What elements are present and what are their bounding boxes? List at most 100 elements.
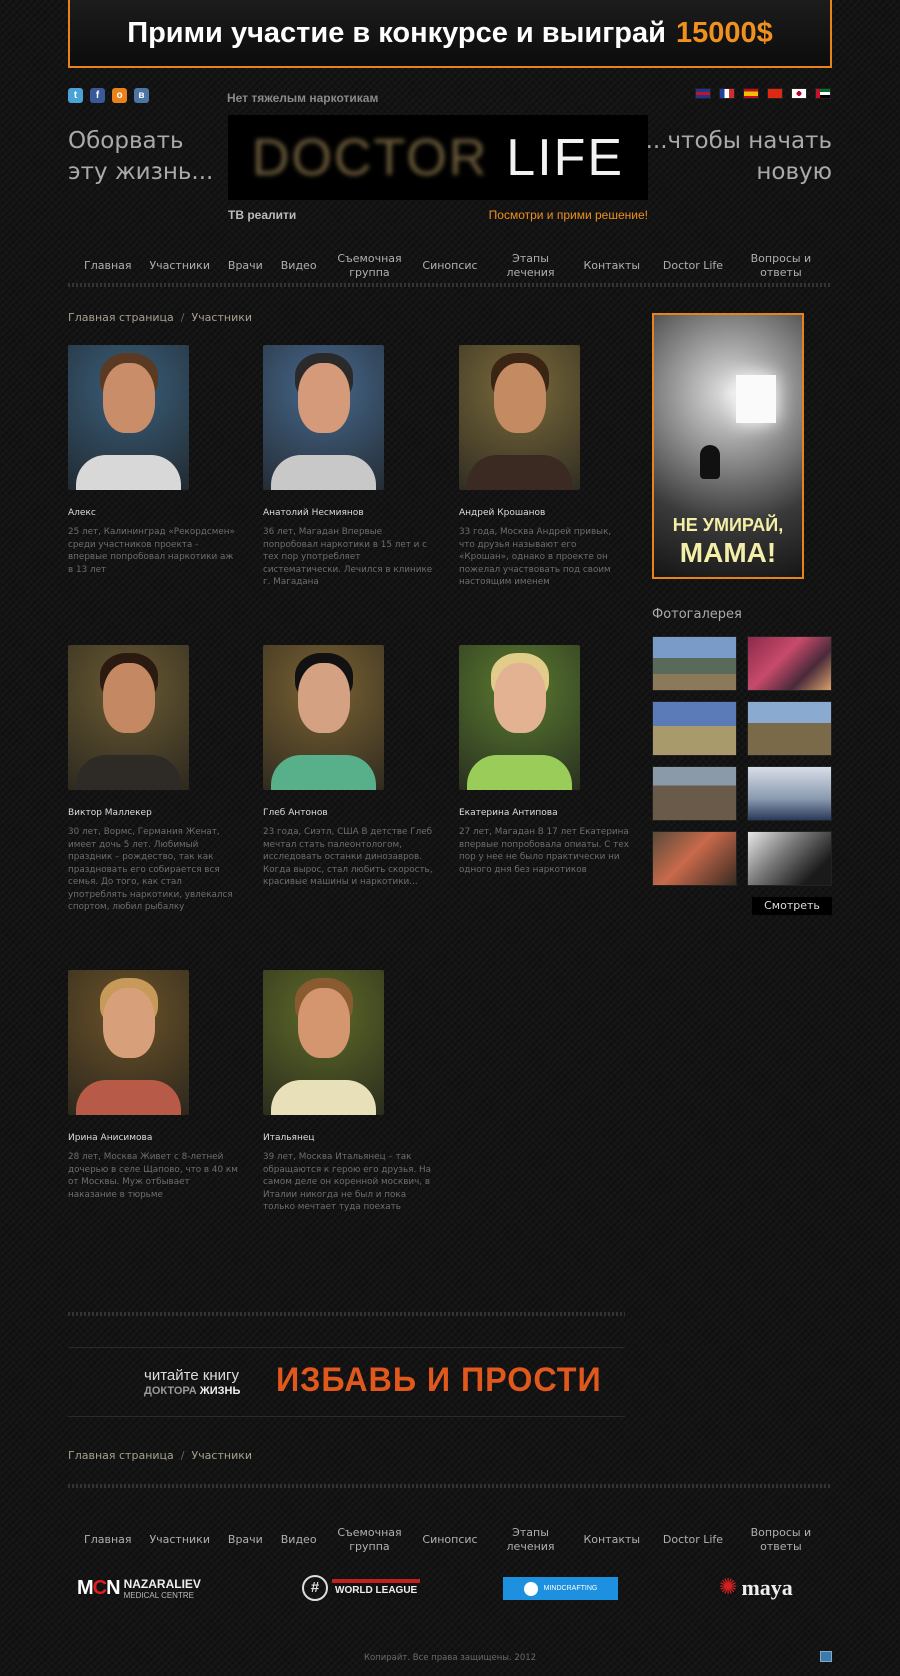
participant-description: 30 лет, Вормс, Германия Женат, имеет доч… xyxy=(68,827,233,912)
participant-card[interactable]: Екатерина Антипова 27 лет, Магадан В 17 л… xyxy=(459,645,629,876)
nav-item[interactable]: Контакты xyxy=(583,259,640,273)
nazaraliev-text: NAZARALIEV MEDICAL CENTRE xyxy=(124,1577,201,1600)
counter-icon[interactable] xyxy=(820,1651,832,1662)
copyright: Копирайт. Все права защищены. 2012 xyxy=(363,1653,537,1663)
participant-card[interactable]: Андрей Крошанов 33 года, Москва Андрей пр… xyxy=(459,345,629,589)
participant-photo[interactable] xyxy=(68,645,189,790)
participant-description: 36 лет, Магадан Впервые попробовал нарко… xyxy=(263,527,433,587)
participant-name[interactable]: Екатерина Антипова xyxy=(459,808,629,818)
breadcrumb-home[interactable]: Главная страница xyxy=(68,311,174,324)
photo-group-walking[interactable] xyxy=(652,766,737,821)
participant-shirt xyxy=(76,1080,181,1115)
book-banner[interactable]: читайте книгу ДОКТОРА ЖИЗНЬ ИЗБАВЬ И ПРО… xyxy=(68,1347,625,1417)
participant-shirt xyxy=(467,455,572,490)
mindcrafting-text: MINDCRAFTING xyxy=(543,1585,598,1592)
watch-decide-link[interactable]: Посмотри и прими решение! xyxy=(420,208,648,222)
participant-name[interactable]: Андрей Крошанов xyxy=(459,508,629,518)
nav-item[interactable]: Вопросы и ответы xyxy=(746,252,816,280)
participant-shirt xyxy=(467,755,572,790)
photo-medical-room[interactable] xyxy=(747,766,832,821)
participant-card[interactable]: Глеб Антонов 23 года, Сиэтл, США В детств… xyxy=(263,645,433,889)
participant-name[interactable]: Глеб Антонов xyxy=(263,808,433,818)
book-author: ДОКТОРА ЖИЗНЬ xyxy=(144,1385,240,1397)
promo-banner[interactable]: НЕ УМИРАЙ, МАМА! xyxy=(652,313,804,579)
nav-item[interactable]: Главная xyxy=(84,1533,132,1547)
flag-france-icon[interactable] xyxy=(719,88,735,99)
nav-item[interactable]: Этапы лечения xyxy=(496,252,566,280)
participant-face xyxy=(298,363,350,433)
partner-world-league[interactable]: # WORLD LEAGUE xyxy=(302,1573,421,1603)
nav-item[interactable]: Главная xyxy=(84,259,132,273)
photo-camp-tents[interactable] xyxy=(652,636,737,691)
gallery-more-button[interactable]: Смотреть xyxy=(752,897,832,915)
participant-photo[interactable] xyxy=(68,970,189,1115)
nav-item[interactable]: Этапы лечения xyxy=(496,1526,566,1554)
slogan: Нет тяжелым наркотикам xyxy=(227,91,379,105)
photo-yurt-field[interactable] xyxy=(652,701,737,756)
participant-photo[interactable] xyxy=(459,345,580,490)
flag-uae-icon[interactable] xyxy=(815,88,831,99)
nazaraliev-sub: MEDICAL CENTRE xyxy=(123,1590,194,1600)
site-logo[interactable]: DOCTOR LIFE xyxy=(228,115,648,200)
nav-item[interactable]: Участники xyxy=(149,1533,210,1547)
participant-name[interactable]: Алекс xyxy=(68,508,238,518)
contest-banner[interactable]: Прими участие в конкурсе и выиграй 15000… xyxy=(68,0,832,68)
nav-item[interactable]: Видео xyxy=(281,1533,317,1547)
tagline-right: ...чтобы начать новую xyxy=(645,128,832,185)
flag-japan-icon[interactable] xyxy=(791,88,807,99)
footer-divider xyxy=(68,1484,832,1488)
participant-card[interactable]: Анатолий Несмиянов 36 лет, Магадан Впервы… xyxy=(263,345,433,589)
participant-photo[interactable] xyxy=(68,345,189,490)
participant-description: 23 года, Сиэтл, США В детстве Глеб мечта… xyxy=(263,827,433,887)
nav-item[interactable]: Doctor Life xyxy=(658,1533,728,1547)
photo-market-people[interactable] xyxy=(747,636,832,691)
participant-card[interactable]: Ирина Анисимова 28 лет, Москва Живет с 8-… xyxy=(68,970,238,1201)
flag-spain-icon[interactable] xyxy=(743,88,759,99)
nav-item[interactable]: Врачи xyxy=(228,1533,263,1547)
participant-description: 39 лет, Москва Итальянец – так обращаютс… xyxy=(263,1152,432,1212)
odnoklassniki-icon[interactable]: o xyxy=(112,88,127,103)
nav-item[interactable]: Участники xyxy=(149,259,210,273)
participant-card[interactable]: Алекс 25 лет, Калининград «Рекордсмен» ср… xyxy=(68,345,238,576)
nav-item[interactable]: Врачи xyxy=(228,259,263,273)
participant-name[interactable]: Анатолий Несмиянов xyxy=(263,508,433,518)
participant-photo[interactable] xyxy=(263,970,384,1115)
nav-item[interactable]: Doctor Life xyxy=(658,259,728,273)
partner-planet-maya[interactable]: ✺ maya xyxy=(719,1573,793,1603)
nav-item[interactable]: Видео xyxy=(281,259,317,273)
flag-china-icon[interactable] xyxy=(767,88,783,99)
nav-item[interactable]: Контакты xyxy=(583,1533,640,1547)
partner-mindcrafting[interactable]: MINDCRAFTING xyxy=(503,1577,618,1600)
photo-woman-mountains[interactable] xyxy=(747,701,832,756)
photo-man-hands-face[interactable] xyxy=(747,831,832,886)
participant-card[interactable]: Виктор Маллекер 30 лет, Вормс, Германия Ж… xyxy=(68,645,238,914)
maya-sun-icon: ✺ xyxy=(719,1575,738,1600)
participant-name[interactable]: Ирина Анисимова xyxy=(68,1133,238,1143)
participant-photo[interactable] xyxy=(263,345,384,490)
nav-item[interactable]: Синопсис xyxy=(422,1533,477,1547)
vkontakte-icon[interactable]: в xyxy=(134,88,149,103)
participant-photo[interactable] xyxy=(459,645,580,790)
participant-card[interactable]: Итальянец 39 лет, Москва Итальянец – так … xyxy=(263,970,433,1214)
nav-item[interactable]: Съемочная группа xyxy=(334,1526,404,1554)
partner-nazaraliev[interactable]: MCN NAZARALIEV MEDICAL CENTRE xyxy=(77,1573,201,1603)
breadcrumb-current[interactable]: Участники xyxy=(191,311,252,324)
maya-text: maya xyxy=(741,1575,793,1600)
participant-photo[interactable] xyxy=(263,645,384,790)
twitter-icon[interactable]: t xyxy=(68,88,83,103)
participant-name[interactable]: Итальянец xyxy=(263,1133,433,1143)
nav-item[interactable]: Вопросы и ответы xyxy=(746,1526,816,1554)
breadcrumb-separator: / xyxy=(180,1449,185,1462)
participant-description: 28 лет, Москва Живет с 8-летней дочерью … xyxy=(68,1152,238,1200)
photo-couple-hug[interactable] xyxy=(652,831,737,886)
flag-uk-icon[interactable] xyxy=(695,88,711,99)
nav-item[interactable]: Синопсис xyxy=(422,259,477,273)
breadcrumb-current[interactable]: Участники xyxy=(191,1449,252,1462)
participant-description: 25 лет, Калининград «Рекордсмен» среди у… xyxy=(68,527,235,575)
participant-face xyxy=(103,363,155,433)
participant-name[interactable]: Виктор Маллекер xyxy=(68,808,238,818)
nav-item[interactable]: Съемочная группа xyxy=(334,252,404,280)
world-league-text: WORLD LEAGUE xyxy=(332,1578,421,1598)
breadcrumb-home[interactable]: Главная страница xyxy=(68,1449,174,1462)
facebook-icon[interactable]: f xyxy=(90,88,105,103)
